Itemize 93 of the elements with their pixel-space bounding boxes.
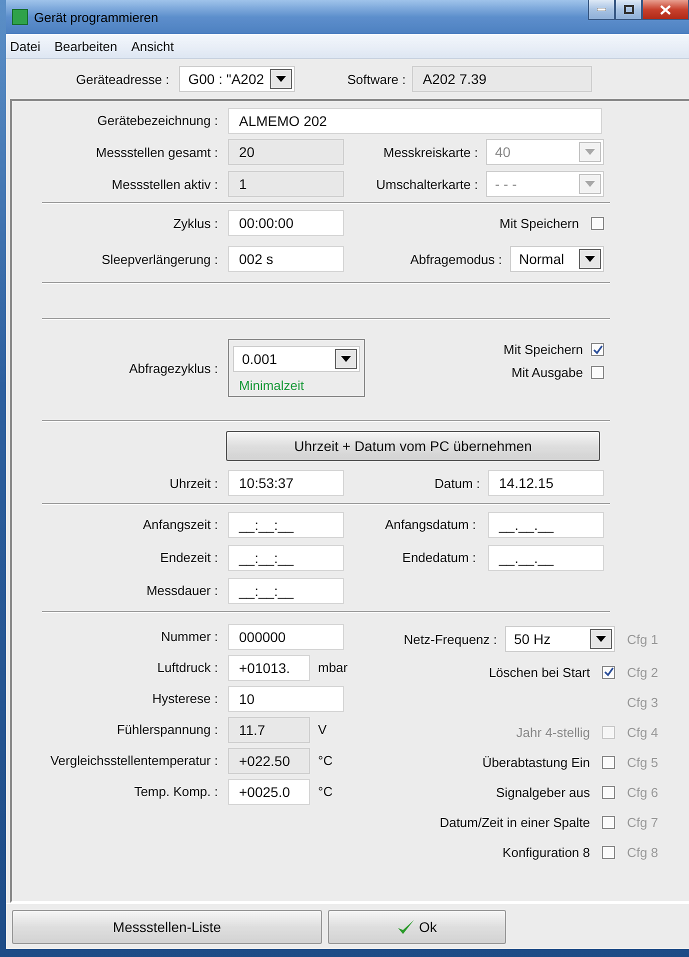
text-field[interactable]: 00:00:00: [228, 210, 344, 236]
config-tag: Cfg 8: [615, 844, 659, 860]
checkbox[interactable]: [602, 786, 615, 798]
checkmark-icon: [397, 918, 416, 934]
text-field[interactable]: __:__:__: [228, 512, 344, 538]
checkbox[interactable]: [602, 756, 615, 768]
text-field[interactable]: +0025.0: [228, 778, 310, 804]
dropdown[interactable]: 0.001: [233, 346, 360, 372]
field-label: Endedatum :: [402, 550, 476, 565]
field-label: Anfangszeit :: [142, 517, 219, 532]
software-field: A202 7.39: [412, 66, 592, 92]
text-field[interactable]: 14.12.15: [488, 470, 604, 496]
minimize-button[interactable]: [588, 0, 615, 20]
menu-item[interactable]: Ansicht: [131, 38, 174, 54]
text-field[interactable]: ALMEMO 202: [228, 108, 602, 134]
text-field[interactable]: 10:53:37: [228, 470, 344, 496]
checkbox[interactable]: [591, 343, 604, 356]
checkbox[interactable]: [591, 366, 604, 379]
field-label: Fühlerspannung :: [116, 722, 219, 737]
field-label: Messstellen aktiv :: [110, 176, 219, 192]
field-label: Messstellen gesamt :: [94, 144, 219, 160]
config-tag: Cfg 7: [615, 814, 659, 830]
unit-label: mbar: [318, 660, 348, 675]
field-label: Temp. Komp. :: [133, 784, 219, 799]
text-field[interactable]: __.__.__: [488, 512, 604, 538]
app-icon: [12, 9, 28, 25]
field-label: Vergleichsstellentemperatur :: [49, 753, 219, 768]
field-label: Abfragezyklus :: [128, 360, 219, 376]
sync-time-button[interactable]: Uhrzeit + Datum vom PC übernehmen: [226, 431, 600, 461]
field-label: Hysterese :: [151, 691, 219, 706]
field-label: Anfangsdatum :: [384, 517, 476, 532]
readonly-field: 20: [228, 139, 344, 165]
window-title: Gerät programmieren: [34, 10, 158, 24]
text-field[interactable]: 000000: [228, 624, 344, 650]
field-label: Luftdruck :: [156, 660, 219, 675]
text-field[interactable]: __.__.__: [488, 544, 604, 570]
checkbox[interactable]: [602, 846, 615, 858]
field-label: Software :: [347, 72, 406, 86]
checkbox-label: Jahr 4-stellig: [516, 724, 590, 740]
menu-item[interactable]: Bearbeiten: [54, 38, 118, 54]
checkbox-label: Konfiguration 8: [502, 844, 590, 860]
text-field[interactable]: +01013.: [228, 654, 310, 680]
unit-label: °C: [318, 784, 333, 799]
checkbox-label: Löschen bei Start: [488, 664, 590, 680]
unit-label: °C: [318, 753, 333, 768]
unit-label: V: [318, 722, 327, 737]
config-tag: Cfg 6: [615, 784, 659, 800]
text-field[interactable]: __:__:__: [228, 578, 344, 604]
list-button[interactable]: Messstellen-Liste: [12, 910, 322, 944]
field-label: Geräteadresse :: [76, 72, 170, 86]
text-field[interactable]: __:__:__: [228, 544, 344, 570]
checkbox[interactable]: [602, 666, 615, 678]
maximize-button[interactable]: [615, 0, 642, 20]
field-label: Datum :: [434, 476, 480, 490]
field-label: Endezeit :: [159, 550, 219, 565]
readonly-field: 11.7: [228, 716, 310, 742]
field-label: Zyklus :: [172, 216, 219, 230]
config-tag: Cfg 1: [615, 632, 659, 646]
field-label: Messdauer :: [145, 583, 219, 598]
checkbox-label: Mit Speichern: [504, 342, 583, 357]
ok-button[interactable]: Ok: [328, 910, 506, 944]
close-button[interactable]: [642, 0, 689, 20]
checkbox-label: Signalgeber aus: [496, 784, 590, 800]
dropdown[interactable]: 50 Hz: [505, 626, 615, 652]
field-label: Abfragemodus :: [410, 252, 502, 266]
field-label: Sleepverlängerung :: [100, 252, 219, 266]
config-tag: Cfg 5: [615, 754, 659, 770]
field-label: Netz-Frequenz :: [404, 632, 497, 646]
config-tag: Cfg 2: [615, 664, 659, 680]
field-label: Umschalterkarte :: [376, 176, 478, 192]
config-tag: Cfg 3: [615, 694, 659, 710]
readonly-field: +022.50: [228, 748, 310, 774]
checkbox-label: Datum/Zeit in einer Spalte: [440, 814, 590, 830]
field-label: Uhrzeit :: [168, 476, 219, 490]
field-label: Messkreiskarte :: [383, 144, 478, 160]
menu-item[interactable]: Datei: [10, 38, 40, 54]
close-icon: [660, 4, 671, 14]
dropdown[interactable]: Normal: [510, 246, 604, 272]
config-tag: Cfg 4: [615, 724, 659, 740]
checkbox-label: Mit Ausgabe: [511, 365, 583, 380]
text-field[interactable]: 10: [228, 686, 344, 712]
minimize-icon: [597, 8, 606, 11]
field-label: Nummer :: [160, 629, 219, 644]
checkbox-label: Mit Speichern: [500, 216, 579, 230]
checkbox-label: Überabtastung Ein: [482, 754, 590, 770]
address-dropdown[interactable]: G00 : "A202: [179, 66, 296, 92]
checkbox[interactable]: [602, 816, 615, 828]
readonly-field: 1: [228, 171, 344, 197]
field-label: Gerätebezeichnung :: [96, 113, 219, 128]
text-field[interactable]: 002 s: [228, 246, 344, 272]
hint-text: Minimalzeit: [238, 378, 306, 393]
maximize-icon: [624, 5, 634, 14]
checkbox[interactable]: [591, 216, 604, 230]
